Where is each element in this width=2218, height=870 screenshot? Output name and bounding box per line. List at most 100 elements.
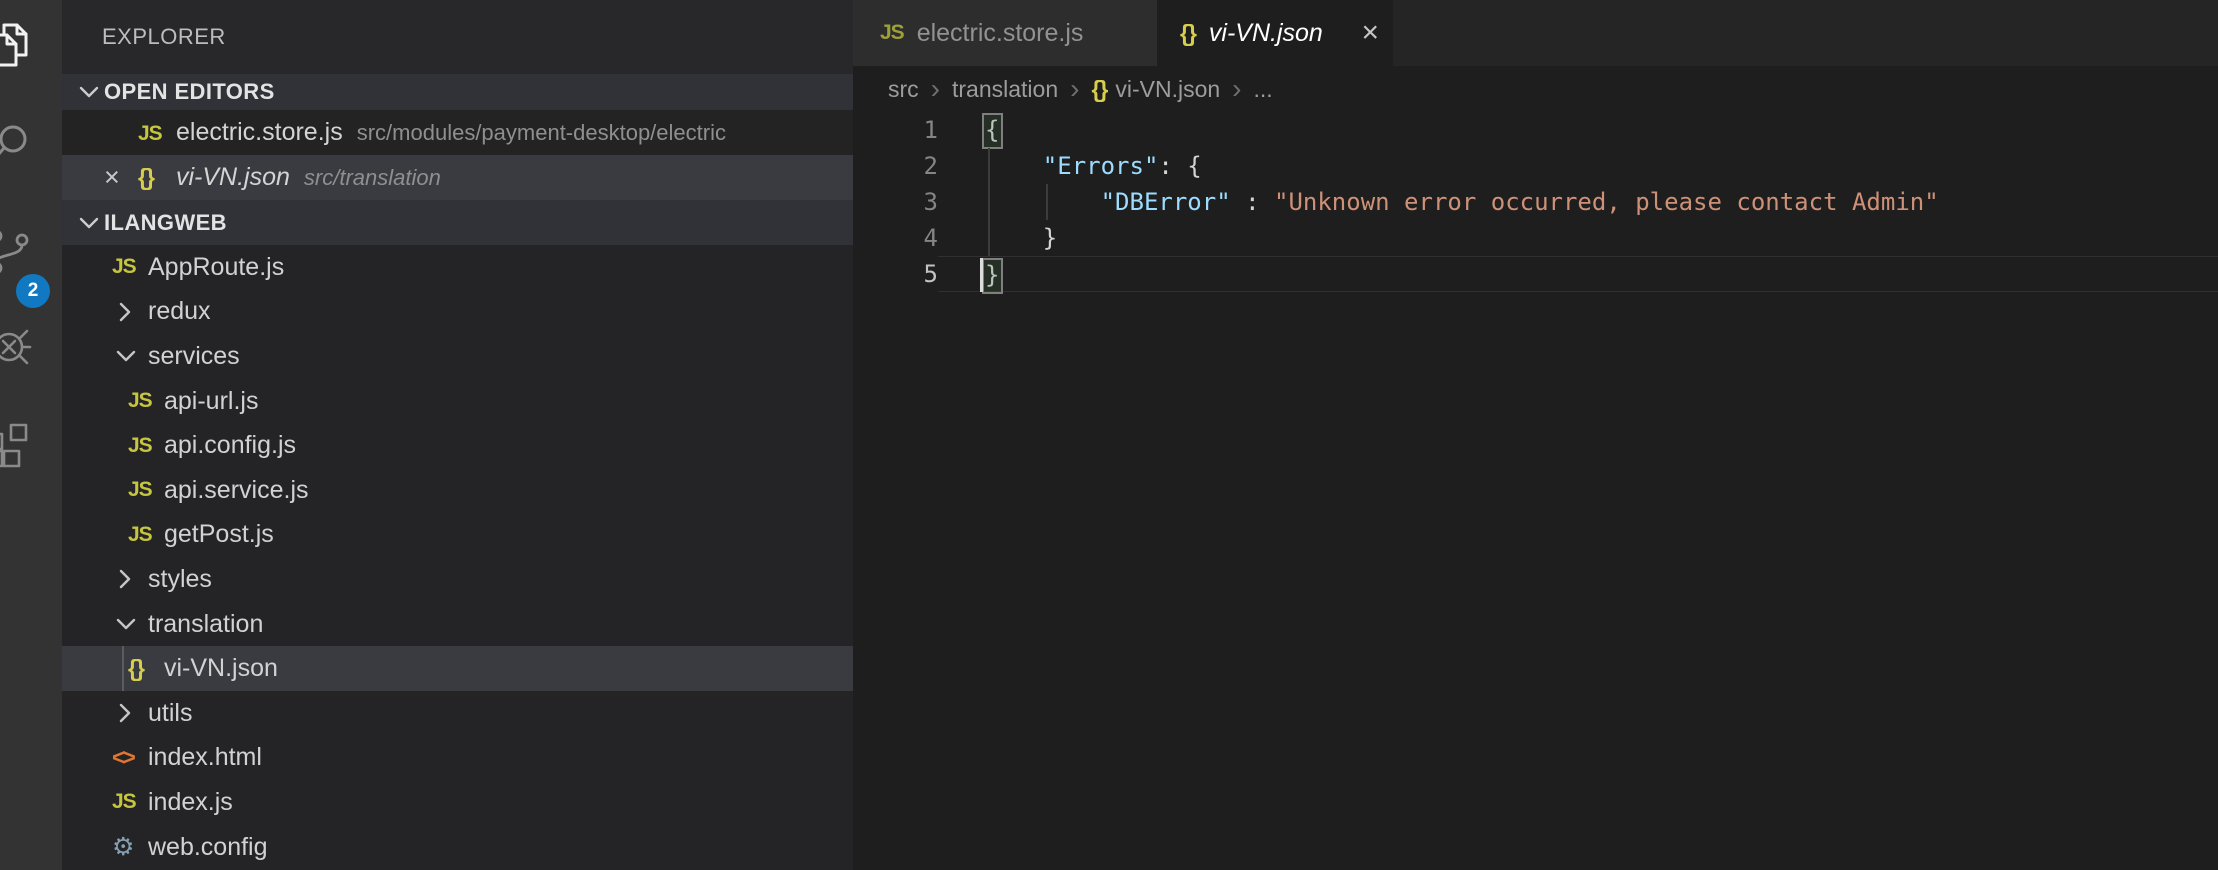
code-token bbox=[985, 152, 1043, 180]
line-number: 1 bbox=[853, 112, 938, 148]
section-open-editors[interactable]: OPEN EDITORS bbox=[62, 74, 853, 110]
activity-item-source-control[interactable]: 2 bbox=[0, 228, 62, 324]
activity-item-files[interactable] bbox=[0, 22, 62, 118]
tree-label: services bbox=[148, 342, 240, 371]
js-file-icon: JS bbox=[128, 434, 152, 458]
editor-group: JSelectric.store.js {} vi-VN.json × src › tra… bbox=[853, 0, 2218, 870]
twistie bbox=[112, 342, 148, 370]
breadcrumb-label: translation bbox=[952, 76, 1058, 103]
json-file-icon: {} bbox=[128, 655, 144, 682]
breadcrumb-item-translation[interactable]: translation bbox=[952, 76, 1058, 103]
tree-file-getpost-js[interactable]: JS getPost.js bbox=[62, 513, 853, 558]
tree-folder-redux[interactable]: redux bbox=[62, 290, 853, 335]
tab-bar: JSelectric.store.js{}vi-VN.json× bbox=[853, 0, 2218, 66]
tab-vi-vn-json[interactable]: {}vi-VN.json× bbox=[1157, 0, 1393, 66]
twistie bbox=[112, 298, 148, 326]
open-editor-description: src/modules/payment-desktop/electric bbox=[357, 120, 726, 146]
breadcrumb-file-icon: {} bbox=[1091, 76, 1107, 103]
tab-electric-store-js[interactable]: JSelectric.store.js bbox=[853, 0, 1157, 66]
tree-file-index-js[interactable]: JS index.js bbox=[62, 780, 853, 825]
activity-bar: 2 bbox=[0, 0, 62, 870]
extensions-icon bbox=[0, 420, 34, 468]
code-token: } bbox=[1043, 224, 1057, 252]
file-icon-slot: JS bbox=[128, 434, 164, 458]
open-editor-row[interactable]: ×{}vi-VN.jsonsrc/translation bbox=[62, 155, 853, 200]
activity-item-debug[interactable] bbox=[0, 320, 62, 416]
vscode-window: { "colors": { "badge": "#1079c2", "activ… bbox=[0, 0, 2218, 870]
code-token: "DBError" bbox=[1101, 188, 1231, 216]
twistie bbox=[112, 699, 148, 727]
chevron-right-icon bbox=[112, 298, 140, 326]
chevron-down-icon bbox=[112, 610, 140, 638]
file-icon-slot: <> bbox=[112, 744, 148, 771]
editor-code-area[interactable]: 1{2 "Errors": {3 "DBError" : "Unknown er… bbox=[853, 112, 2218, 292]
file-icon-slot: JS bbox=[128, 389, 164, 413]
code-line-content: { bbox=[938, 112, 2218, 148]
tree-file-vi-vn-json[interactable]: {}vi-VN.json bbox=[62, 646, 853, 691]
breadcrumb: src›translation›{}vi-VN.json›... bbox=[853, 66, 2218, 112]
text-cursor: } bbox=[985, 261, 999, 289]
breadcrumb-separator-icon: › bbox=[1070, 75, 1079, 103]
file-icon-slot: JS bbox=[112, 255, 148, 279]
tree-file-index-html[interactable]: <>index.html bbox=[62, 736, 853, 781]
section-label: ILANGWEB bbox=[104, 210, 227, 236]
open-editor-label: vi-VN.json bbox=[176, 163, 290, 192]
sidebar-title-label: EXPLORER bbox=[102, 24, 226, 50]
line-number: 2 bbox=[853, 148, 938, 184]
tree-file-approute-js[interactable]: JSAppRoute.js bbox=[62, 245, 853, 290]
breadcrumb-item-src[interactable]: src bbox=[888, 76, 919, 103]
sidebar-title: EXPLORER bbox=[62, 0, 853, 74]
breadcrumb-item-vi-vn-json[interactable]: {} vi-VN.json bbox=[1091, 76, 1220, 103]
code-token: : bbox=[1158, 152, 1187, 180]
code-line-3: 3 "DBError" : "Unknown error occurred, p… bbox=[853, 184, 2218, 220]
section-ilangweb[interactable]: ILANGWEB bbox=[62, 200, 853, 245]
tree-folder-services[interactable]: services bbox=[62, 334, 853, 379]
code-token: { bbox=[1187, 152, 1201, 180]
json-file-icon: {} bbox=[1091, 76, 1107, 102]
tree-folder-translation[interactable]: translation bbox=[62, 602, 853, 647]
breadcrumb-label: src bbox=[888, 76, 919, 103]
code-token bbox=[985, 188, 1101, 216]
tab-close-icon[interactable]: × bbox=[1361, 18, 1379, 48]
code-token: : bbox=[1231, 188, 1274, 216]
tree-label: getPost.js bbox=[164, 520, 274, 549]
file-icon-slot: {} bbox=[128, 655, 164, 682]
tree-label: utils bbox=[148, 699, 192, 728]
tree-file-api-url-js[interactable]: JSapi-url.js bbox=[62, 379, 853, 424]
files-icon bbox=[0, 22, 34, 70]
tab-label: electric.store.js bbox=[917, 19, 1084, 48]
open-editor-row[interactable]: JSelectric.store.jssrc/modules/payment-d… bbox=[62, 110, 853, 155]
explorer-sidebar: EXPLORER OPEN EDITORSJSelectric.store.js… bbox=[62, 0, 853, 870]
code-line-content: } bbox=[938, 256, 2218, 292]
file-icon-slot: ⚙ bbox=[112, 835, 148, 860]
breadcrumb-separator-icon: › bbox=[931, 75, 940, 103]
tree-label: web.config bbox=[148, 833, 268, 862]
chevron-down-icon bbox=[75, 209, 103, 237]
breadcrumb-label: vi-VN.json bbox=[1115, 76, 1220, 103]
line-number: 3 bbox=[853, 184, 938, 220]
tree-file-web-config[interactable]: ⚙web.config bbox=[62, 825, 853, 870]
code-token bbox=[985, 224, 1043, 252]
breadcrumb-item--[interactable]: ... bbox=[1254, 76, 1273, 103]
tab-label: vi-VN.json bbox=[1209, 19, 1323, 48]
code-line-content: "DBError" : "Unknown error occurred, ple… bbox=[938, 184, 2218, 220]
breadcrumb-label: ... bbox=[1254, 76, 1273, 103]
tree-file-api-config-js[interactable]: JS api.config.js bbox=[62, 423, 853, 468]
code-line-content: } bbox=[938, 220, 2218, 256]
tree-folder-styles[interactable]: styles bbox=[62, 557, 853, 602]
activity-item-search[interactable] bbox=[0, 120, 62, 216]
tree-label: index.js bbox=[148, 788, 233, 817]
js-file-icon: JS bbox=[112, 790, 136, 814]
file-icon-slot: JS bbox=[128, 478, 164, 502]
tree-label: index.html bbox=[148, 743, 262, 772]
close-editor-icon[interactable]: × bbox=[104, 164, 138, 191]
line-number: 4 bbox=[853, 220, 938, 256]
activity-item-extensions[interactable] bbox=[0, 420, 62, 516]
json-file-icon: {} bbox=[138, 164, 154, 190]
tree-folder-utils[interactable]: utils bbox=[62, 691, 853, 736]
tree-file-api-service-js[interactable]: JSapi.service.js bbox=[62, 468, 853, 513]
js-file-icon: JS bbox=[128, 523, 152, 547]
tree-label: api.config.js bbox=[164, 431, 296, 460]
code-line-1: 1{ bbox=[853, 112, 2218, 148]
tree-label: styles bbox=[148, 565, 212, 594]
